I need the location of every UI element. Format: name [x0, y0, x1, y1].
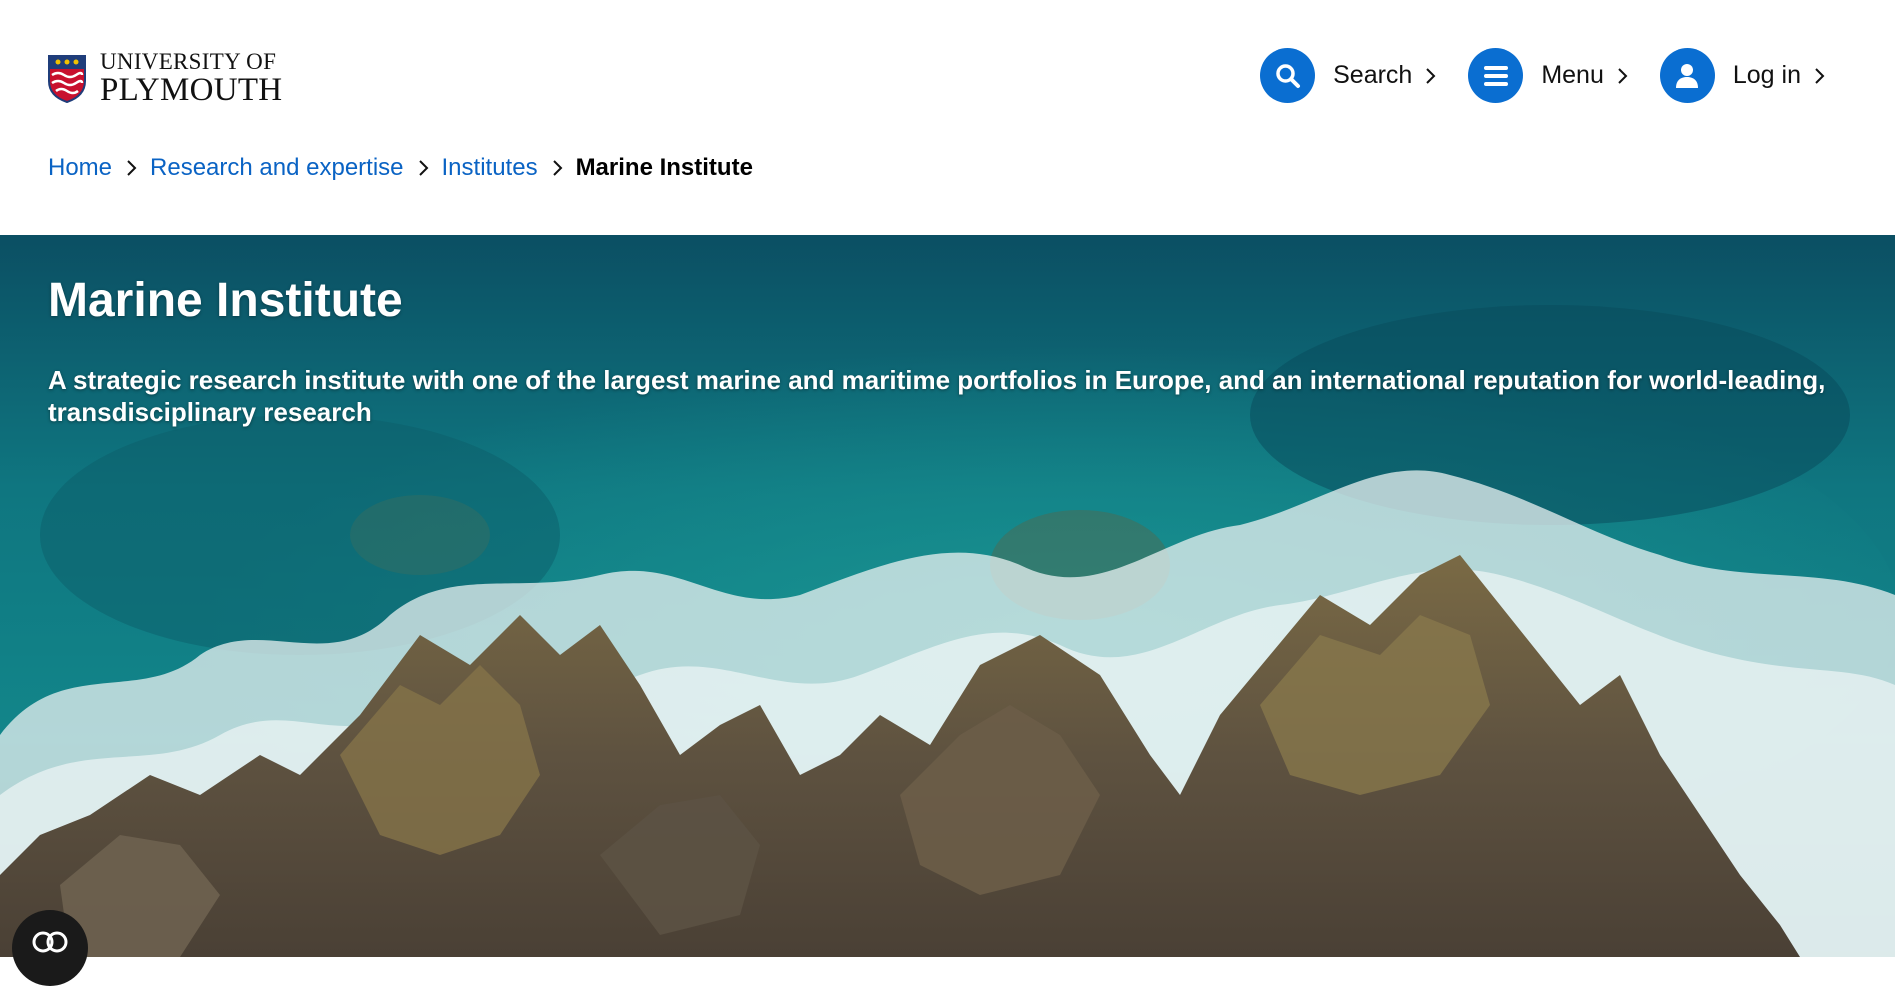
- breadcrumb-home[interactable]: Home: [48, 154, 112, 182]
- user-icon: [1659, 48, 1715, 103]
- chevron-right-icon: [418, 160, 428, 176]
- university-crest-icon: [48, 54, 86, 103]
- page-title: Marine Institute: [48, 274, 403, 327]
- search-icon: [1260, 48, 1316, 103]
- header-nav: Search Menu Log in: [1228, 48, 1825, 103]
- chevron-right-icon: [552, 160, 562, 176]
- chevron-right-icon: [1618, 67, 1628, 84]
- site-header: UNIVERSITY OF PLYMOUTH Search Menu Log i…: [0, 0, 1895, 235]
- university-logo[interactable]: UNIVERSITY OF PLYMOUTH: [48, 50, 282, 107]
- login-label: Log in: [1732, 61, 1801, 89]
- wordmark-line-2: PLYMOUTH: [100, 72, 283, 108]
- cookie-settings-icon: [32, 931, 68, 953]
- hero-banner: Marine Institute A strategic research in…: [0, 235, 1895, 957]
- cookie-settings-button[interactable]: [12, 910, 88, 986]
- hero-subtitle: A strategic research institute with one …: [48, 365, 1826, 427]
- breadcrumb: Home Research and expertise Institutes M…: [48, 154, 753, 182]
- breadcrumb-institutes[interactable]: Institutes: [442, 154, 538, 182]
- chevron-right-icon: [1815, 67, 1825, 84]
- chevron-right-icon: [1426, 67, 1436, 84]
- breadcrumb-research[interactable]: Research and expertise: [150, 154, 403, 182]
- hero-image: [0, 235, 1895, 957]
- hamburger-menu-icon: [1468, 48, 1524, 103]
- chevron-right-icon: [127, 160, 137, 176]
- wordmark-line-1: UNIVERSITY OF: [100, 49, 277, 74]
- breadcrumb-current: Marine Institute: [575, 154, 753, 181]
- search-button[interactable]: Search: [1260, 48, 1436, 103]
- menu-label: Menu: [1541, 61, 1604, 89]
- menu-button[interactable]: Menu: [1468, 48, 1628, 103]
- university-wordmark: UNIVERSITY OF PLYMOUTH: [100, 50, 282, 107]
- login-button[interactable]: Log in: [1659, 48, 1825, 103]
- search-label: Search: [1333, 61, 1413, 89]
